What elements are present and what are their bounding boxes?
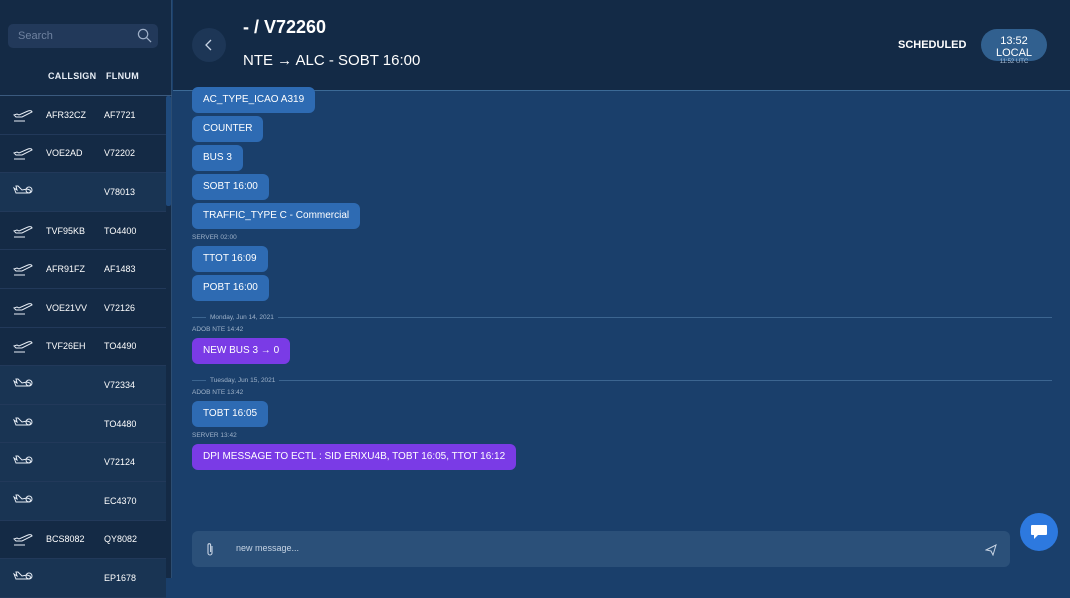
message-placeholder: new message... — [236, 543, 300, 553]
flnum: AF7721 — [104, 109, 136, 120]
message-meta: SERVER 02:00 — [192, 234, 237, 241]
message-bubble: TRAFFIC_TYPE C - Commercial — [192, 203, 361, 229]
callsign: TVF95KB — [46, 225, 86, 236]
flight-row[interactable]: AFR32CZ AF7721 — [0, 96, 166, 135]
flight-row[interactable]: V72334 — [0, 366, 166, 405]
scrollbar[interactable] — [166, 96, 171, 206]
callsign: BCS8082 — [46, 534, 85, 545]
callsign: AFR32CZ — [46, 109, 87, 120]
message-meta: ADOB NTE 13:42 — [192, 389, 244, 396]
message: TRAFFIC_TYPE C - Commercial — [192, 203, 1052, 232]
date-separator: Monday, Jun 14, 2021 — [192, 314, 1052, 321]
message-meta: ADOB NTE 14:42 — [192, 326, 244, 333]
flight-row[interactable]: V72124 — [0, 443, 166, 482]
flight-row[interactable]: BCS8082 QY8082 — [0, 520, 166, 560]
flight-row[interactable]: TO4480 — [0, 404, 166, 444]
chat-button[interactable] — [1020, 513, 1058, 551]
departure-plane-icon — [0, 222, 46, 240]
flnum: V72202 — [104, 148, 136, 159]
message-bubble: COUNTER — [192, 116, 264, 142]
message-bubble: POBT 16:00 — [192, 275, 269, 301]
flnum: V72334 — [104, 379, 136, 390]
flight-row[interactable]: TVF95KB TO4400 — [0, 211, 166, 251]
date-label: Monday, Jun 14, 2021 — [210, 314, 274, 321]
callsign: VOE2AD — [46, 148, 83, 159]
message: AC_TYPE_ICAO A319 — [192, 87, 1052, 116]
message-bubble: SOBT 16:00 — [192, 174, 269, 200]
arrival-plane-icon — [0, 415, 46, 433]
route-subtitle: NTE → ALC - SOBT 16:00 — [243, 52, 421, 69]
message: COUNTER — [192, 116, 1052, 145]
message-bubble: DPI MESSAGE TO ECTL : SID ERIXU4B, TOBT … — [192, 444, 517, 470]
chevron-left-icon — [205, 39, 212, 51]
flight-row[interactable]: V78013 — [0, 173, 166, 212]
column-flnum[interactable]: FLNUM — [106, 71, 139, 81]
utc-time: 11:52 UTC — [999, 59, 1029, 65]
arrival-plane-icon — [0, 183, 46, 201]
callsign: VOE21VV — [46, 302, 88, 313]
search-icon[interactable] — [137, 28, 152, 43]
page-title: - / V72260 — [243, 17, 327, 37]
arrival-plane-icon — [0, 453, 46, 471]
message-bubble: TOBT 16:05 — [192, 401, 269, 427]
arrival-plane-icon — [0, 492, 46, 510]
paperclip-icon[interactable] — [205, 542, 215, 557]
message: SOBT 16:00 — [192, 174, 1052, 203]
back-button[interactable] — [192, 28, 226, 62]
chat-bubble-icon — [1031, 525, 1047, 539]
flight-row[interactable]: EP1678 — [0, 559, 166, 598]
departure-plane-icon — [0, 337, 46, 355]
date-separator: Tuesday, Jun 15, 2021 — [192, 377, 1052, 384]
flnum: TO4400 — [104, 225, 137, 236]
flight-sidebar: Search CALLSIGN FLNUM AFR32CZ AF7721 VOE2A… — [0, 0, 172, 598]
flight-row[interactable]: TVF26EH TO4490 — [0, 327, 166, 367]
arrival-plane-icon — [0, 376, 46, 394]
flnum: QY8082 — [104, 534, 138, 545]
date-label: Tuesday, Jun 15, 2021 — [210, 377, 276, 384]
message-meta: SERVER 13:42 — [192, 432, 237, 439]
search-placeholder: Search — [18, 30, 53, 42]
flnum: EC4370 — [104, 495, 137, 506]
flnum: TO4490 — [104, 341, 137, 352]
flnum: TO4480 — [104, 418, 137, 429]
flight-row[interactable]: VOE2AD V72202 — [0, 134, 166, 174]
message-thread: AC_TYPE_ICAO A319 COUNTER BUS 3 SOBT 16:00 T… — [192, 87, 1052, 473]
search-input[interactable]: Search — [8, 24, 158, 48]
flnum: AF1483 — [104, 264, 136, 275]
departure-plane-icon — [0, 260, 46, 278]
clock-badge: 13:52 LOCAL 11:52 UTC — [981, 29, 1047, 65]
flnum: V78013 — [104, 186, 136, 197]
departure-plane-icon — [0, 144, 46, 162]
flight-row[interactable]: VOE21VV V72126 — [0, 288, 166, 328]
status-badge: SCHEDULED — [898, 39, 967, 51]
callsign: AFR91FZ — [46, 264, 86, 275]
message: DPI MESSAGE TO ECTL : SID ERIXU4B, TOBT … — [192, 444, 1052, 473]
message-bubble: BUS 3 — [192, 145, 243, 171]
message: NEW BUS 3 → 0 — [192, 338, 1052, 367]
flight-row[interactable]: EC4370 — [0, 481, 166, 521]
departure-plane-icon — [0, 299, 46, 317]
message-bubble: AC_TYPE_ICAO A319 — [192, 87, 316, 113]
callsign: TVF26EH — [46, 341, 86, 352]
departure-plane-icon — [0, 106, 46, 124]
flnum: V72124 — [104, 457, 136, 468]
message-bubble: NEW BUS 3 → 0 — [192, 338, 291, 364]
send-icon[interactable] — [985, 544, 997, 556]
message-input[interactable]: new message... — [192, 531, 1010, 567]
flight-header: - / V72260 NTE → ALC - SOBT 16:00 SCHEDU… — [173, 0, 1070, 91]
local-time: 13:52 LOCAL — [995, 35, 1033, 59]
message: TOBT 16:05 — [192, 401, 1052, 430]
column-callsign[interactable]: CALLSIGN — [48, 71, 96, 81]
message-bubble: TTOT 16:09 — [192, 246, 268, 272]
departure-plane-icon — [0, 530, 46, 548]
message: POBT 16:00 — [192, 275, 1052, 304]
message: BUS 3 — [192, 145, 1052, 174]
flight-row[interactable]: AFR91FZ AF1483 — [0, 250, 166, 289]
message: TTOT 16:09 — [192, 246, 1052, 275]
flnum: V72126 — [104, 302, 136, 313]
